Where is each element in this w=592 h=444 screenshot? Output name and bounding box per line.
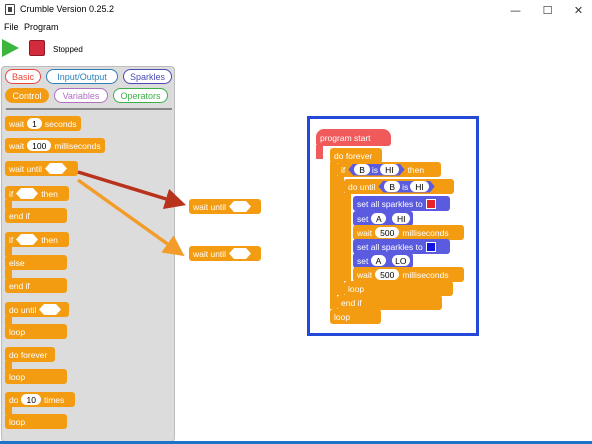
- palette-loop-end: loop: [5, 369, 67, 384]
- block-label: then: [41, 188, 58, 199]
- block-label: end if: [9, 210, 30, 221]
- block-label: else: [9, 257, 25, 268]
- maximize-button[interactable]: ☐: [531, 0, 564, 20]
- crumble-window: Crumble Version 0.25.2 — ☐ ✕ File Progra…: [0, 0, 592, 444]
- palette-wait-ms-block[interactable]: wait 100 milliseconds: [5, 138, 105, 153]
- condition-slot[interactable]: [229, 201, 252, 212]
- condition-slot[interactable]: [16, 234, 39, 245]
- program-highlight-frame: [307, 116, 479, 336]
- block-label: if: [9, 234, 14, 245]
- palette-if-else-block[interactable]: if then: [5, 232, 69, 247]
- palette-do-forever-block[interactable]: do forever: [5, 347, 55, 362]
- block-label: loop: [9, 371, 26, 382]
- palette-wait-seconds-block[interactable]: wait 1 seconds: [5, 116, 81, 131]
- canvas-wait-until-block[interactable]: wait until: [189, 246, 261, 261]
- block-label: wait until: [9, 163, 43, 174]
- times-value-input[interactable]: 10: [21, 394, 41, 405]
- palette-loop-end: loop: [5, 324, 67, 339]
- ms-value-input[interactable]: 100: [27, 140, 52, 151]
- block-label: end if: [9, 280, 30, 291]
- close-button[interactable]: ✕: [562, 0, 592, 20]
- block-label: do: [9, 394, 19, 405]
- palette-end-if-block: end if: [5, 208, 67, 223]
- condition-slot[interactable]: [45, 163, 68, 174]
- block-label: do until: [9, 304, 37, 315]
- palette-loop-end: loop: [5, 414, 67, 429]
- palette-end-if-block: end if: [5, 278, 67, 293]
- menu-file[interactable]: File: [4, 22, 19, 32]
- tab-operators[interactable]: Operators: [113, 88, 168, 103]
- palette-divider: [6, 108, 172, 110]
- block-label: wait: [9, 118, 25, 129]
- palette-do-times-block[interactable]: do 10 times: [5, 392, 75, 407]
- condition-slot[interactable]: [229, 248, 252, 259]
- minimize-button[interactable]: —: [499, 0, 532, 20]
- play-icon[interactable]: [2, 39, 19, 57]
- seconds-value-input[interactable]: 1: [27, 118, 42, 129]
- canvas-wait-until-block[interactable]: wait until: [189, 199, 261, 214]
- tab-control[interactable]: Control: [5, 88, 49, 103]
- block-label: wait until: [193, 201, 227, 212]
- menu-program[interactable]: Program: [24, 22, 59, 32]
- menu-bar: File Program: [0, 20, 592, 35]
- block-label: wait until: [193, 248, 227, 259]
- palette-if-block[interactable]: if then: [5, 186, 69, 201]
- title-bar: Crumble Version 0.25.2 — ☐ ✕: [0, 0, 592, 20]
- palette-else-label: else: [5, 255, 67, 270]
- block-label: loop: [9, 326, 26, 337]
- condition-slot[interactable]: [16, 188, 39, 199]
- run-status: Stopped: [53, 45, 83, 54]
- window-title: Crumble Version 0.25.2: [20, 4, 115, 14]
- tab-basic[interactable]: Basic: [5, 69, 41, 84]
- condition-slot[interactable]: [39, 304, 62, 315]
- block-label: milliseconds: [54, 140, 101, 151]
- stop-icon[interactable]: [29, 40, 45, 56]
- block-label: wait: [9, 140, 25, 151]
- tab-input-output[interactable]: Input/Output: [46, 69, 118, 84]
- block-label: if: [9, 188, 14, 199]
- block-label: then: [41, 234, 58, 245]
- tab-sparkles[interactable]: Sparkles: [123, 69, 172, 84]
- palette-wait-until-block[interactable]: wait until: [5, 161, 78, 176]
- block-label: loop: [9, 416, 26, 427]
- crumble-app-icon: [5, 4, 15, 15]
- block-label: do forever: [9, 349, 48, 360]
- tab-variables[interactable]: Variables: [54, 88, 108, 103]
- block-label: seconds: [44, 118, 77, 129]
- palette-do-until-block[interactable]: do until: [5, 302, 69, 317]
- toolbar: Stopped: [0, 36, 592, 62]
- block-label: times: [43, 394, 65, 405]
